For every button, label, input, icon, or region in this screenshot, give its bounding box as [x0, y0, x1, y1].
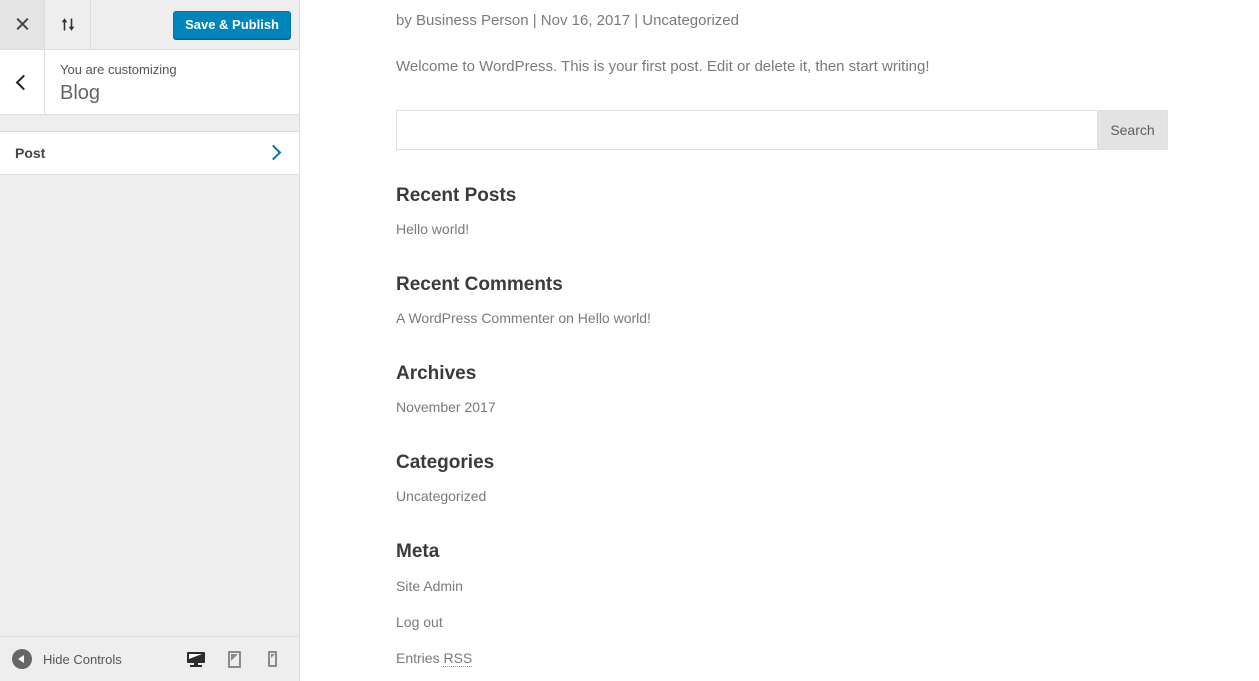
list-item: A WordPress Commenter on Hello world!	[396, 310, 1168, 328]
reorder-toggle-button[interactable]	[46, 0, 91, 49]
list-item: Site Admin	[396, 578, 1168, 596]
meta-link-text: Entries	[396, 650, 444, 666]
widget-link[interactable]: Uncategorized	[396, 488, 486, 504]
search-input[interactable]	[396, 110, 1097, 150]
chevron-left-icon	[15, 74, 32, 90]
mobile-phone-icon	[267, 651, 277, 667]
widget-list: Uncategorized	[396, 488, 1168, 506]
widget-title: Recent Comments	[396, 274, 563, 295]
panel-item-label: Post	[15, 145, 46, 161]
widget-recent-posts: Recent Posts Hello world!	[396, 184, 1168, 239]
post-excerpt: Welcome to WordPress. This is your first…	[396, 58, 930, 75]
widget-title: Archives	[396, 363, 477, 384]
rss-abbr: RSS	[443, 650, 473, 667]
device-preview-buttons	[177, 637, 291, 681]
list-item: Uncategorized	[396, 488, 1168, 506]
customizer-panel-list: Post	[0, 116, 299, 636]
collapse-triangle	[18, 655, 24, 663]
search-submit-button[interactable]: Search	[1097, 110, 1168, 150]
widget-list: November 2017	[396, 399, 1168, 417]
chevron-right-icon	[265, 144, 282, 161]
close-customizer-button[interactable]	[0, 0, 45, 49]
device-button-desktop[interactable]	[177, 637, 215, 681]
up-down-arrows-icon	[61, 18, 74, 31]
widget-meta: Meta Site Admin Log out Entries RSS Comm…	[396, 540, 1168, 681]
widget-link[interactable]: November 2017	[396, 399, 496, 415]
preview-content: by Business Person | Nov 16, 2017 | Unca…	[396, 0, 1168, 681]
post-byline: by Business Person | Nov 16, 2017 | Unca…	[396, 12, 739, 29]
customizer-footer: Hide Controls	[0, 636, 299, 681]
widget-list: Hello world!	[396, 221, 1168, 239]
desktop-monitor-icon	[187, 651, 205, 667]
widget-comment-entry[interactable]: A WordPress Commenter on Hello world!	[396, 310, 651, 326]
meta-link-log-out[interactable]: Log out	[396, 614, 443, 630]
widget-recent-comments: Recent Comments A WordPress Commenter on…	[396, 273, 1168, 328]
close-x-icon	[15, 17, 30, 32]
device-button-mobile[interactable]	[253, 637, 291, 681]
panel-item-post[interactable]: Post	[0, 131, 299, 175]
site-preview-frame: by Business Person | Nov 16, 2017 | Unca…	[301, 0, 1259, 681]
customizing-eyebrow-label: You are customizing	[60, 62, 177, 77]
tablet-icon	[227, 650, 241, 668]
hide-controls-button[interactable]: Hide Controls	[12, 649, 122, 669]
meta-link-site-admin[interactable]: Site Admin	[396, 578, 463, 594]
site-name-label: Blog	[60, 82, 101, 104]
list-item: Entries RSS	[396, 650, 1168, 668]
widget-title: Recent Posts	[396, 185, 517, 206]
widget-title: Meta	[396, 541, 440, 562]
widget-link[interactable]: Hello world!	[396, 221, 469, 237]
customizer-title-row: You are customizing Blog	[0, 50, 299, 115]
widget-categories: Categories Uncategorized	[396, 451, 1168, 506]
hide-controls-label: Hide Controls	[43, 651, 122, 667]
back-button[interactable]	[0, 50, 45, 114]
meta-list: Site Admin Log out Entries RSS Comments …	[396, 578, 1168, 681]
customizer-sidebar: Save & Publish You are customizing Blog …	[0, 0, 300, 681]
search-widget: Search	[396, 110, 1168, 150]
list-item: Hello world!	[396, 221, 1168, 239]
list-item: Log out	[396, 614, 1168, 632]
widget-archives: Archives November 2017	[396, 362, 1168, 417]
device-button-tablet[interactable]	[215, 637, 253, 681]
widget-list: A WordPress Commenter on Hello world!	[396, 310, 1168, 328]
collapse-left-arrow-icon	[12, 649, 32, 669]
save-and-publish-button[interactable]: Save & Publish	[173, 11, 291, 39]
meta-link-entries-rss[interactable]: Entries RSS	[396, 650, 473, 667]
widget-title: Categories	[396, 452, 495, 473]
customizer-title-text: You are customizing Blog	[60, 61, 177, 106]
list-item: November 2017	[396, 399, 1168, 417]
customizer-header-actions: Save & Publish	[0, 0, 299, 50]
